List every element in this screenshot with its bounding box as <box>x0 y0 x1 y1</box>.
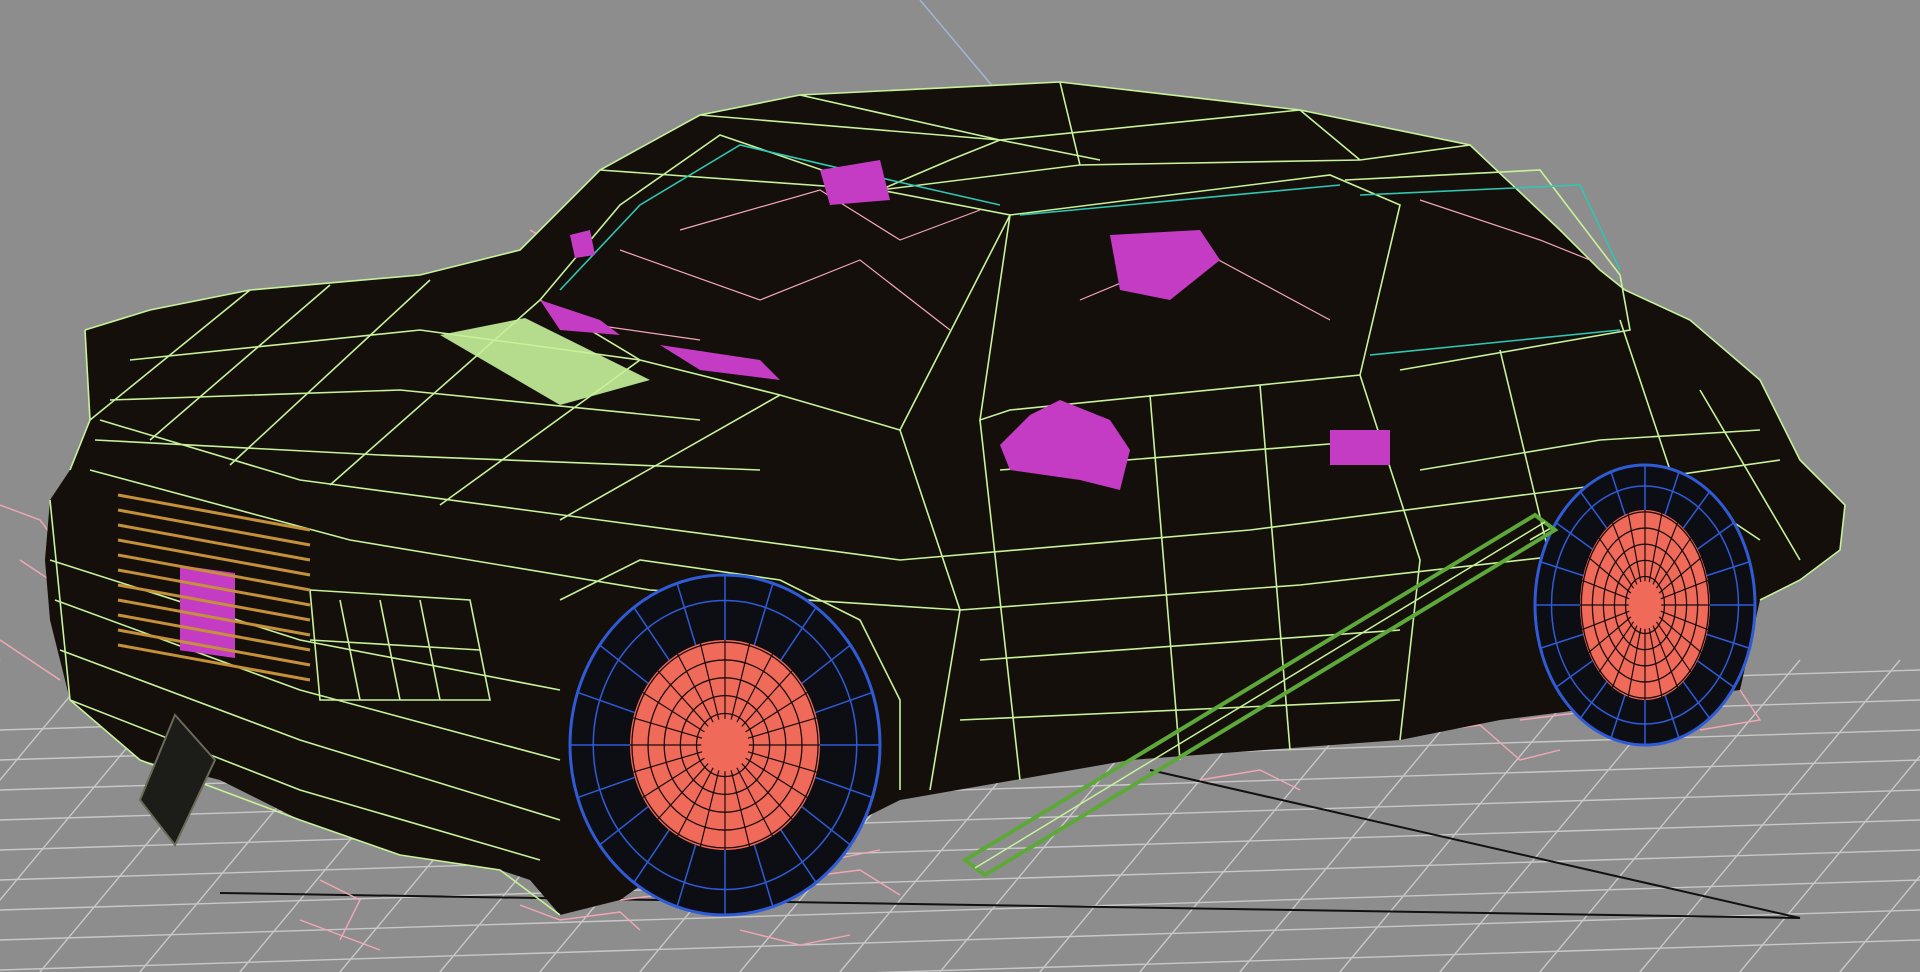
front-wheel[interactable] <box>568 573 882 917</box>
grid-line <box>1739 754 1920 972</box>
y-axis-line <box>919 0 1001 96</box>
rear-wheel[interactable] <box>1533 463 1757 747</box>
grid-line <box>1839 874 1920 972</box>
grid-line <box>0 909 1920 971</box>
grid-line <box>0 879 1920 941</box>
door-handle[interactable] <box>1330 430 1390 465</box>
3d-viewport[interactable] <box>0 0 1920 972</box>
x-axis-line <box>219 892 1801 919</box>
grid-line <box>873 939 1920 972</box>
